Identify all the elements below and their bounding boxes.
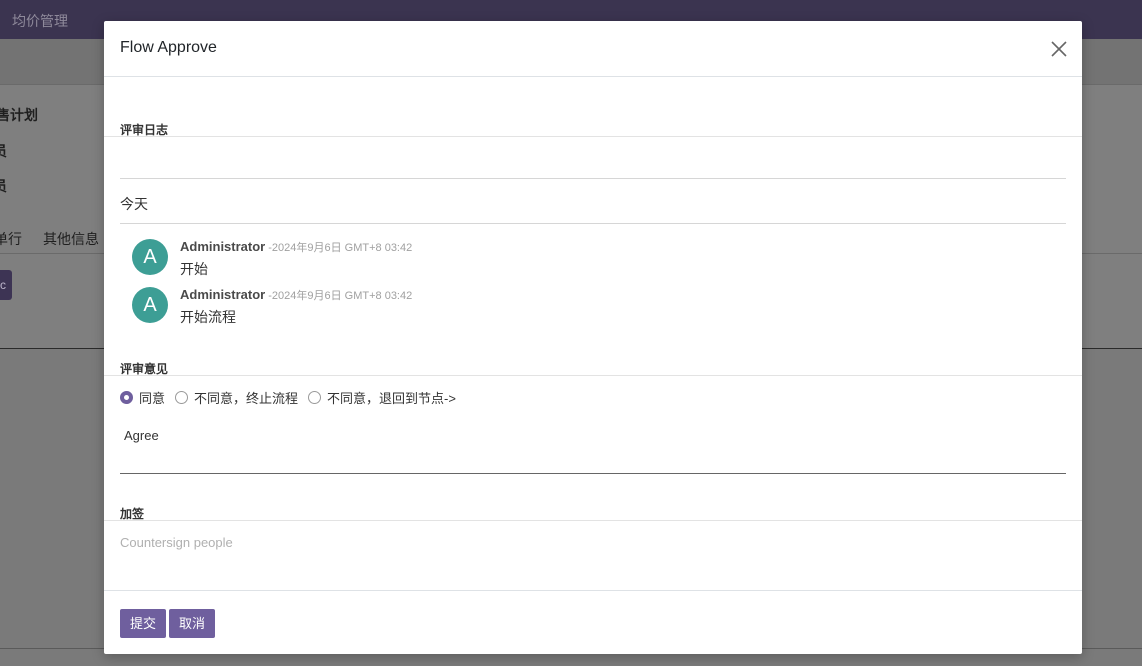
message-body: 开始流程 [180,309,236,325]
dialog-header: Flow Approve [104,21,1082,77]
app-title[interactable]: 均价管理 [12,11,68,31]
decision-radio-group: 同意 不同意，终止流程 不同意，退回到节点-> [120,388,466,406]
log-top-rule [120,178,1066,179]
radio-label: 不同意，退回到节点-> [327,390,456,406]
log-message: A Administrator -2024年9月6日 GMT+8 03:42 开始… [132,287,1032,327]
log-day-rule [120,223,1066,224]
message-author-line: Administrator -2024年9月6日 GMT+8 03:42 [180,287,412,303]
tab-other-info[interactable]: 其他信息 [43,229,99,249]
flow-approve-dialog: Flow Approve 评审日志 今天 A Administrator -202… [104,21,1082,654]
submit-button[interactable]: 提交 [120,609,166,638]
radio-button[interactable] [120,390,133,404]
review-log-rule [104,136,1082,137]
countersign-rule [104,520,1082,521]
radio-button[interactable] [308,390,322,404]
opinion-textarea[interactable]: Agree [120,421,1066,474]
radio-reject-terminate[interactable]: 不同意，终止流程 [175,388,298,407]
message-date: -2024年9月6日 GMT+8 03:42 [268,242,413,254]
radio-agree[interactable]: 同意 [120,388,165,407]
field-label-staff-1: 员 [0,141,7,161]
avatar[interactable]: A [132,287,168,323]
avatar[interactable]: A [132,239,168,275]
radio-reject-return[interactable]: 不同意，退回到节点-> [308,388,456,407]
radio-label: 不同意，终止流程 [194,390,299,406]
day-separator: 今天 [120,196,148,212]
message-date: -2024年9月6日 GMT+8 03:42 [268,290,413,302]
radio-button[interactable] [175,390,189,404]
radio-label: 同意 [139,390,166,406]
countersign-input[interactable]: Countersign people [120,535,233,550]
close-icon[interactable] [1048,38,1070,60]
review-opinion-rule [104,375,1082,376]
message-author-line: Administrator -2024年9月6日 GMT+8 03:42 [180,239,412,255]
dialog-title: Flow Approve [120,39,217,56]
cancel-button[interactable]: 取消 [169,609,215,638]
background-button[interactable]: c [0,270,12,300]
field-label-staff-2: 员 [0,176,7,196]
message-body: 开始 [180,261,208,277]
log-message: A Administrator -2024年9月6日 GMT+8 03:42 开始 [132,239,1032,279]
opinion-value: Agree [124,428,159,443]
dialog-footer: 提交 取消 [104,590,1082,654]
message-author[interactable]: Administrator [180,287,265,302]
tab-lines[interactable]: 单行 [0,229,22,249]
field-label-plan: 售计划 [0,107,38,123]
message-author[interactable]: Administrator [180,239,265,254]
